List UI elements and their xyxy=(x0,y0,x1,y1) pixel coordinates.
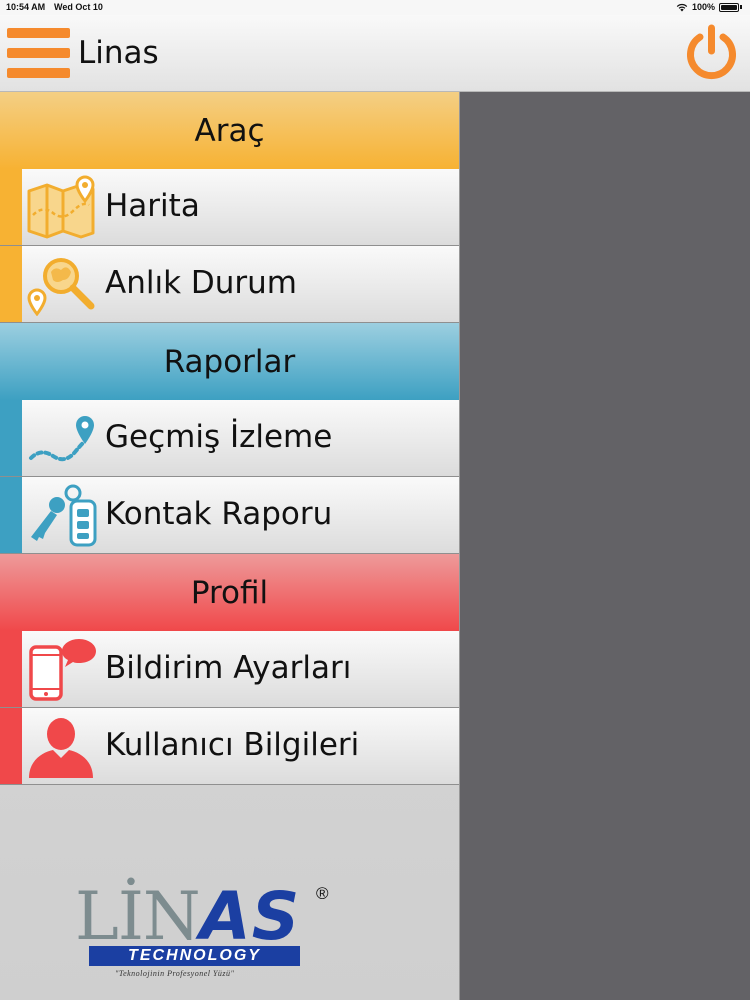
menu-item-label: Bildirim Ayarları xyxy=(105,650,352,686)
menu-item-label: Harita xyxy=(105,188,200,224)
logo-brand-part1: LİN xyxy=(75,878,201,955)
phone-notification-icon xyxy=(29,639,96,701)
section-stripe xyxy=(0,631,22,707)
section-stripe xyxy=(0,400,22,476)
wifi-icon xyxy=(676,3,688,11)
logo-subtitle: TECHNOLOGY xyxy=(89,946,300,966)
registered-mark: ® xyxy=(316,884,329,903)
menu-item-label: Anlık Durum xyxy=(105,265,297,301)
status-right: 100% xyxy=(676,2,742,12)
linas-logo: LİNAS ® TECHNOLOGY "Teknolojinin Profesy… xyxy=(75,882,340,992)
battery-icon xyxy=(719,2,739,12)
section-stripe xyxy=(0,477,22,553)
menu-item-label: Kontak Raporu xyxy=(105,496,333,532)
menu-item-label: Kullanıcı Bilgileri xyxy=(105,727,360,763)
map-icon xyxy=(27,175,95,239)
menu-item-harita[interactable]: Harita xyxy=(0,169,459,246)
section-stripe xyxy=(0,708,22,784)
menu-item-bildirim-ayarlari[interactable]: Bildirim Ayarları xyxy=(0,631,459,708)
menu-item-kontak-raporu[interactable]: Kontak Raporu xyxy=(0,477,459,554)
status-date: Wed Oct 10 xyxy=(54,2,103,12)
section-stripe xyxy=(0,246,22,322)
hamburger-icon[interactable] xyxy=(7,28,70,79)
car-key-icon xyxy=(31,484,97,547)
section-stripe xyxy=(0,169,22,245)
section-header-raporlar: Raporlar xyxy=(0,323,459,400)
location-search-icon xyxy=(27,258,95,316)
logo-brand-part2: AS xyxy=(199,878,301,955)
logo-wordmark: LİNAS xyxy=(75,882,300,952)
app-title: Linas xyxy=(78,35,159,71)
power-icon[interactable] xyxy=(683,23,740,83)
battery-tip xyxy=(740,5,742,9)
status-bar: 10:54 AM Wed Oct 10 100% xyxy=(0,0,750,15)
menu-item-kullanici-bilgileri[interactable]: Kullanıcı Bilgileri xyxy=(0,708,459,785)
section-header-profil: Profil xyxy=(0,554,459,631)
status-time: 10:54 AM xyxy=(6,2,46,12)
side-menu: Araç Harita Anlık Durum Raporlar Geçmiş … xyxy=(0,92,460,1000)
navigation-bar: Linas xyxy=(0,15,750,92)
content-overlay[interactable] xyxy=(461,92,750,1000)
route-history-icon xyxy=(29,416,94,462)
battery-percent: 100% xyxy=(691,2,715,12)
logo-tagline: "Teknolojinin Profesyonel Yüzü" xyxy=(115,969,235,978)
user-icon xyxy=(29,718,93,778)
section-header-arac: Araç xyxy=(0,92,459,169)
menu-item-anlik-durum[interactable]: Anlık Durum xyxy=(0,246,459,323)
menu-item-gecmis-izleme[interactable]: Geçmiş İzleme xyxy=(0,400,459,477)
menu-item-label: Geçmiş İzleme xyxy=(105,419,333,455)
